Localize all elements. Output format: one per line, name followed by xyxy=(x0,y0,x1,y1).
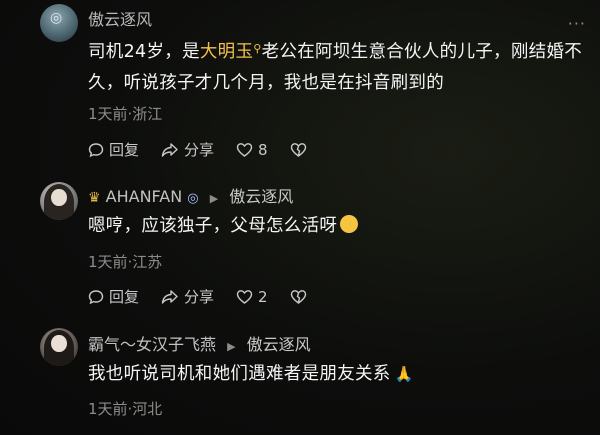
search-icon: ◎ xyxy=(50,10,63,26)
highlight-link[interactable]: 大明玉 xyxy=(200,42,253,62)
crown-icon: ♛ xyxy=(88,190,101,206)
avatar[interactable] xyxy=(40,328,78,366)
dislike-button[interactable] xyxy=(290,142,312,158)
comment-2: ♛ AHANFAN ◎ ▶ 傲云逐风 嗯哼，应该独子，父母怎么活呀 1天前·江苏… xyxy=(0,170,600,315)
heart-icon xyxy=(236,142,253,157)
username[interactable]: AHANFAN xyxy=(106,187,183,206)
comment-meta: 1天前·浙江 xyxy=(88,105,163,123)
sweat-smile-emoji-icon xyxy=(340,215,359,233)
username[interactable]: 霸气～女汉子飞燕 xyxy=(88,335,216,354)
reply-arrow-icon: ▶ xyxy=(227,340,236,353)
share-icon xyxy=(161,142,178,157)
comment-text: 我也听说司机和她们遇难者是朋友关系 🙏 xyxy=(88,359,583,390)
like-button[interactable]: 2 xyxy=(236,288,268,306)
reply-to-username[interactable]: 傲云逐风 xyxy=(247,335,311,354)
share-icon xyxy=(161,289,178,304)
share-button[interactable]: 分享 xyxy=(161,139,214,160)
dislike-icon xyxy=(290,142,306,157)
reply-to-username[interactable]: 傲云逐风 xyxy=(229,187,293,206)
comment-icon xyxy=(88,142,104,157)
comment-icon xyxy=(88,289,104,304)
reply-button[interactable]: 回复 xyxy=(88,139,139,160)
username-row: ♛ AHANFAN ◎ ▶ 傲云逐风 xyxy=(88,183,293,207)
comment-meta: 1天前·江苏 xyxy=(88,253,163,271)
username-row: 霸气～女汉子飞燕 ▶ 傲云逐风 xyxy=(88,331,311,355)
dislike-icon xyxy=(290,289,306,304)
pray-emoji-icon: 🙏 xyxy=(394,365,414,383)
comment-text: 司机24岁，是大明玉⚲老公在阿坝生意合伙人的儿子，刚结婚不久，听说孩子才几个月，… xyxy=(88,42,583,93)
reply-arrow-icon: ▶ xyxy=(209,192,219,205)
comment-text: 嗯哼，应该独子，父母怎么活呀 xyxy=(88,211,583,242)
comment-actions: 回复 分享 2 xyxy=(88,286,334,307)
search-icon: ⚲ xyxy=(253,42,262,55)
comment-3: 霸气～女汉子飞燕 ▶ 傲云逐风 我也听说司机和她们遇难者是朋友关系 🙏 1天前·河… xyxy=(0,315,600,435)
avatar[interactable]: ◎ xyxy=(40,4,78,42)
dislike-button[interactable] xyxy=(290,289,312,305)
comment-meta: 1天前·河北 xyxy=(88,400,163,418)
more-icon[interactable]: ··· xyxy=(568,14,586,33)
like-button[interactable]: 8 xyxy=(236,141,268,159)
comment-actions: 回复 分享 8 xyxy=(88,139,334,160)
heart-icon xyxy=(236,289,253,304)
reply-button[interactable]: 回复 xyxy=(88,286,139,307)
comment-1: ◎ 傲云逐风 ··· 司机24岁，是大明玉⚲老公在阿坝生意合伙人的儿子，刚结婚不… xyxy=(0,0,600,170)
ring-icon: ◎ xyxy=(187,191,199,206)
share-button[interactable]: 分享 xyxy=(161,286,214,307)
avatar[interactable] xyxy=(40,182,78,220)
username[interactable]: 傲云逐风 xyxy=(88,6,152,30)
